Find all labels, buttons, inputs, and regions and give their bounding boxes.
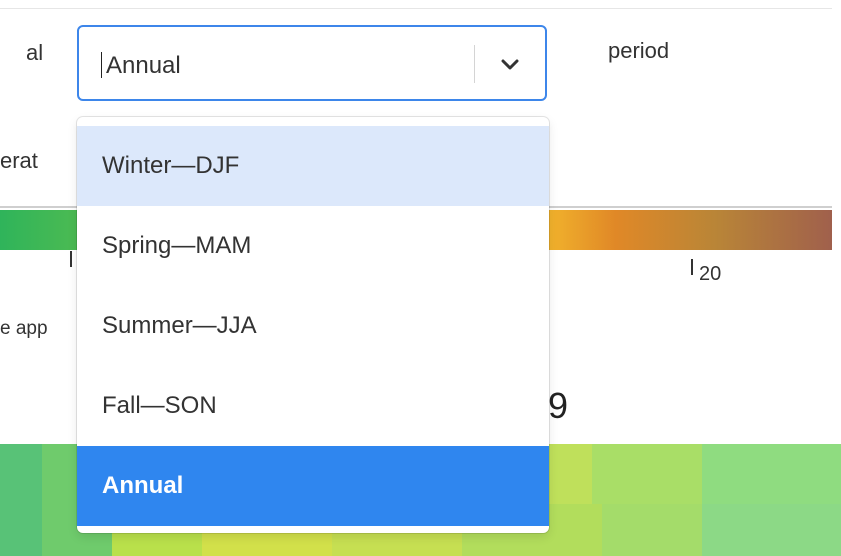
temperature-label-partial: erat <box>0 148 38 173</box>
option-summer[interactable]: Summer—JJA <box>77 286 549 366</box>
period-dropdown-menu: Winter—DJF Spring—MAM Summer—JJA Fall—SO… <box>77 117 549 533</box>
legend-tick <box>70 251 72 267</box>
option-fall[interactable]: Fall—SON <box>77 366 549 446</box>
option-winter[interactable]: Winter—DJF <box>77 126 549 206</box>
period-select-value: Annual <box>106 52 181 79</box>
option-label: Summer—JJA <box>102 312 257 339</box>
legend-tick-label: 20 <box>699 263 722 285</box>
option-label: Spring—MAM <box>102 232 252 259</box>
option-spring[interactable]: Spring—MAM <box>77 206 549 286</box>
period-label: period <box>608 38 670 63</box>
legend-tick <box>691 259 693 275</box>
note-text-partial: e app <box>0 318 48 339</box>
option-label: Fall—SON <box>102 392 217 419</box>
map-title-partial: 9 <box>548 385 569 426</box>
option-label: Annual <box>102 472 184 499</box>
chevron-down-icon[interactable] <box>497 51 523 77</box>
option-label: Winter—DJF <box>102 152 240 179</box>
variable-label-partial: al <box>26 40 44 65</box>
text-cursor <box>101 52 102 78</box>
option-annual[interactable]: Annual <box>77 446 549 526</box>
divider <box>0 8 832 9</box>
period-select[interactable]: Annual <box>77 25 547 101</box>
page: al period erat e app 9 20 Annual Winter— <box>0 0 841 556</box>
indicator-separator <box>474 45 475 83</box>
